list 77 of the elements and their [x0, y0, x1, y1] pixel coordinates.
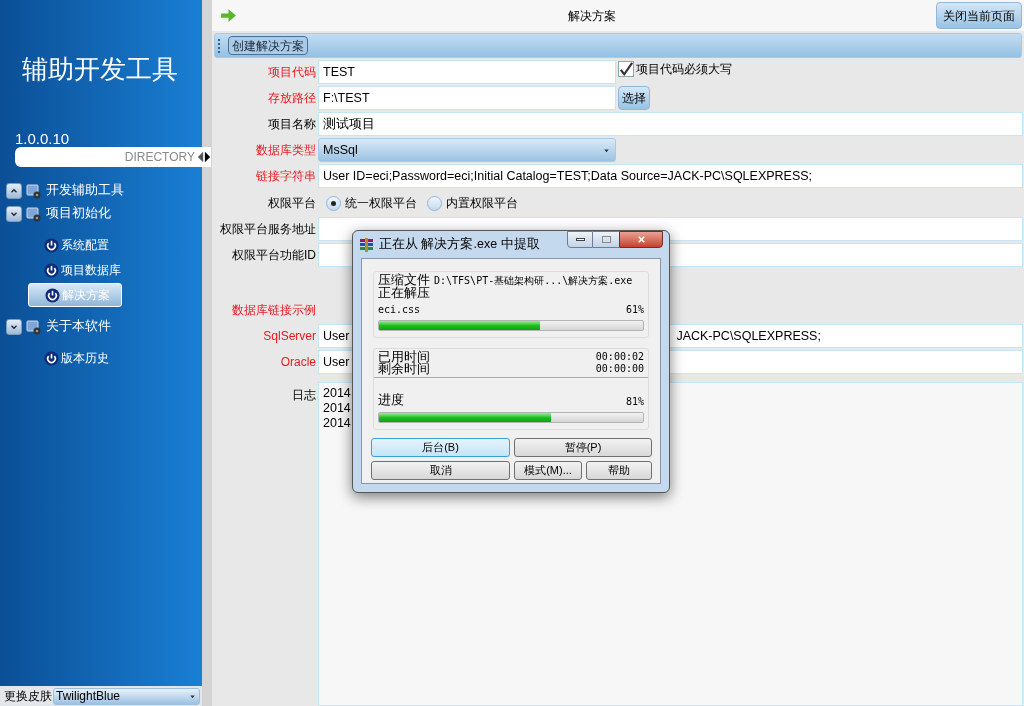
- close-button[interactable]: [619, 231, 663, 248]
- checkbox-label: 项目代码必须大写: [636, 61, 732, 78]
- log-line: 2014: [323, 386, 351, 401]
- percent-label: 81%: [625, 395, 644, 409]
- page-title: 解决方案: [566, 7, 617, 25]
- dialog-button[interactable]: 暂停(P): [514, 438, 652, 457]
- percent-label: 61%: [625, 303, 644, 317]
- archive-path: D:\TFS\PT-基础架构研...\解决方案.exe: [434, 274, 633, 287]
- dialog-button[interactable]: 帮助: [586, 461, 652, 480]
- radio-label: 统一权限平台: [345, 195, 417, 212]
- folder-gear-icon: [26, 182, 42, 199]
- select-button[interactable]: 选择: [618, 86, 650, 110]
- minimize-button[interactable]: [567, 231, 593, 248]
- field-label: Oracle: [280, 354, 316, 371]
- checkbox[interactable]: [618, 61, 634, 77]
- input-field[interactable]: User ID=eci;Password=eci;Initial Catalog=TEST;Data Source=JACK-PC\SQLEXPRESS;: [318, 164, 1023, 188]
- status-label: 正在解压: [378, 287, 430, 300]
- field-label: 存放路径: [268, 90, 316, 107]
- folder-gear-icon: [26, 205, 42, 222]
- field-label: 进度: [378, 394, 404, 409]
- power-icon: [44, 350, 59, 366]
- input-field[interactable]: 测试项目: [318, 112, 1023, 136]
- field-label: 权限平台服务地址: [220, 221, 316, 238]
- collapse-toggle-icon[interactable]: [197, 150, 211, 164]
- field-label: 数据库类型: [256, 142, 316, 159]
- dialog-button[interactable]: 取消: [371, 461, 510, 480]
- skin-dropdown[interactable]: TwilightBlue: [53, 687, 200, 705]
- log-line: 2014: [323, 416, 351, 431]
- file-name: eci.css: [378, 303, 421, 317]
- close-page-button[interactable]: 关闭当前页面: [936, 2, 1022, 29]
- maximize-button[interactable]: [593, 231, 619, 248]
- input-field[interactable]: TEST: [318, 60, 616, 84]
- field-text: JACK-PC\SQLEXPRESS;: [676, 327, 821, 345]
- toolbar-button[interactable]: 创建解决方案: [228, 36, 308, 55]
- tree-item[interactable]: 系统配置: [28, 233, 122, 257]
- expand-button[interactable]: [6, 182, 22, 199]
- skin-label: 更换皮肤: [4, 688, 52, 705]
- field-label: 链接字符串: [256, 168, 316, 185]
- field-label: 权限平台: [268, 195, 316, 212]
- expand-button[interactable]: [6, 318, 22, 335]
- dialog-title: 正在从 解决方案.exe 中提取: [379, 236, 541, 254]
- power-icon: [45, 287, 60, 303]
- arrow-right-icon: [220, 7, 237, 24]
- field-label: 项目名称: [268, 116, 316, 133]
- tree-group-label[interactable]: 开发辅助工具: [46, 181, 124, 200]
- archive-icon: [359, 236, 375, 253]
- field-label: 权限平台功能ID: [232, 247, 316, 264]
- power-icon: [44, 237, 59, 253]
- radio-label: 内置权限平台: [446, 195, 518, 212]
- tree-group-label[interactable]: 项目初始化: [46, 204, 111, 223]
- input-field[interactable]: F:\TEST: [318, 86, 616, 110]
- time-value: 00:00:00: [595, 363, 644, 375]
- log-line: 2014: [323, 401, 351, 416]
- version-label: 1.0.0.10: [15, 129, 71, 146]
- app-title: 辅助开发工具: [22, 53, 179, 84]
- field-label: 已用时间: [378, 351, 430, 363]
- field-label: 剩余时间: [378, 363, 430, 375]
- time-value: 00:00:02: [595, 351, 644, 363]
- dialog-button[interactable]: 后台(B): [371, 438, 510, 457]
- directory-label: DIRECTORY: [124, 149, 195, 166]
- close-icon: [635, 234, 647, 245]
- tree-item[interactable]: 版本历史: [28, 346, 122, 370]
- field-label: 压缩文件: [378, 274, 430, 287]
- field-label: 项目代码: [268, 64, 316, 81]
- field-label: SqlServer: [263, 328, 316, 345]
- dropdown[interactable]: MsSql: [318, 138, 616, 162]
- dialog-button[interactable]: 模式(M)...: [514, 461, 582, 480]
- folder-gear-icon: [26, 318, 42, 335]
- tree-item[interactable]: 项目数据库: [28, 258, 122, 282]
- radio-button[interactable]: [427, 195, 442, 211]
- checkmark-icon: [619, 61, 633, 77]
- field-label: 数据库链接示例: [232, 302, 316, 319]
- power-icon: [44, 262, 59, 278]
- field-label: 日志: [292, 387, 316, 404]
- tree-group-label[interactable]: 关于本软件: [46, 317, 111, 336]
- radio-button[interactable]: [326, 195, 341, 211]
- expand-button[interactable]: [6, 205, 22, 222]
